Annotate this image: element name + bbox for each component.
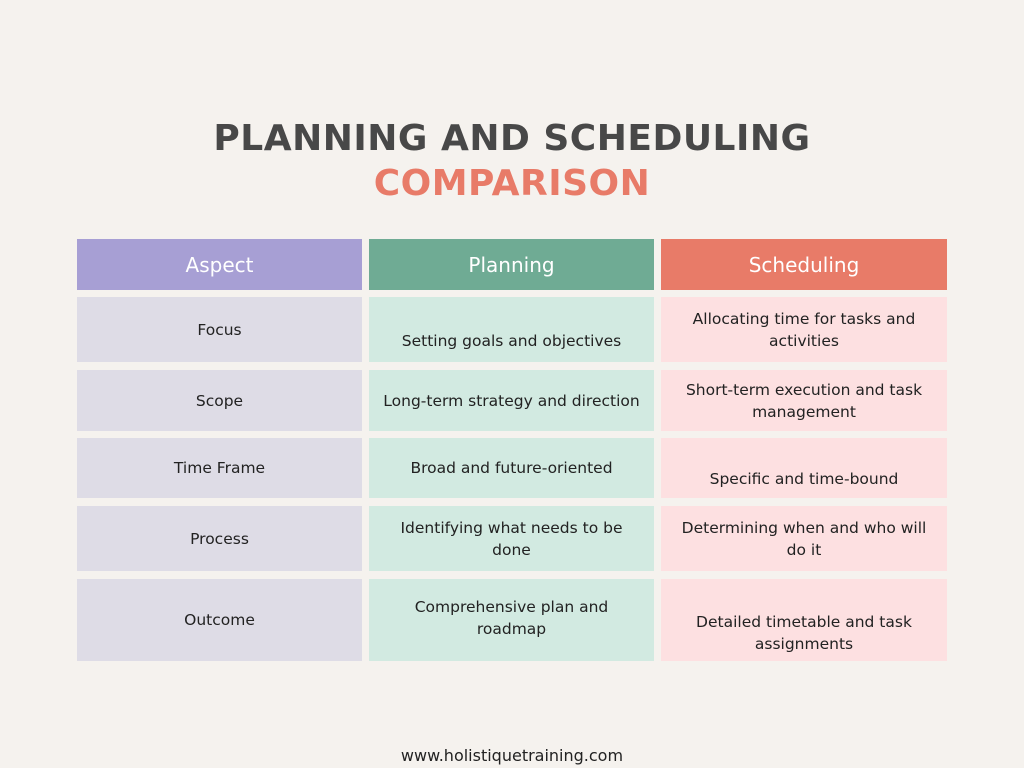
page-title: PLANNING AND SCHEDULING [213, 118, 811, 159]
footer-url: www.holistiquetraining.com [400, 746, 624, 765]
table-cell-scheduling: Determining when and who will do it [661, 506, 947, 571]
table-cell-aspect: Process [77, 506, 362, 571]
table-cell-aspect: Outcome [77, 579, 362, 661]
table-cell-scheduling: Short-term execution and task management [661, 370, 947, 431]
table-cell-aspect: Time Frame [77, 438, 362, 498]
header-scheduling: Scheduling [661, 239, 947, 290]
table-cell-scheduling: Specific and time-bound [661, 438, 947, 498]
table-cell-planning: Long-term strategy and direction [369, 370, 654, 431]
header-aspect: Aspect [77, 239, 362, 290]
table-cell-aspect: Scope [77, 370, 362, 431]
table-cell-planning: Broad and future-oriented [369, 438, 654, 498]
table-cell-aspect: Focus [77, 297, 362, 362]
table-cell-scheduling: Detailed timetable and task assignments [661, 579, 947, 661]
table-cell-scheduling: Allocating time for tasks and activities [661, 297, 947, 362]
table-cell-planning: Setting goals and objectives [369, 297, 654, 362]
table-cell-planning: Comprehensive plan and roadmap [369, 579, 654, 661]
table-cell-planning: Identifying what needs to be done [369, 506, 654, 571]
header-planning: Planning [369, 239, 654, 290]
page-subtitle: COMPARISON [373, 163, 651, 204]
